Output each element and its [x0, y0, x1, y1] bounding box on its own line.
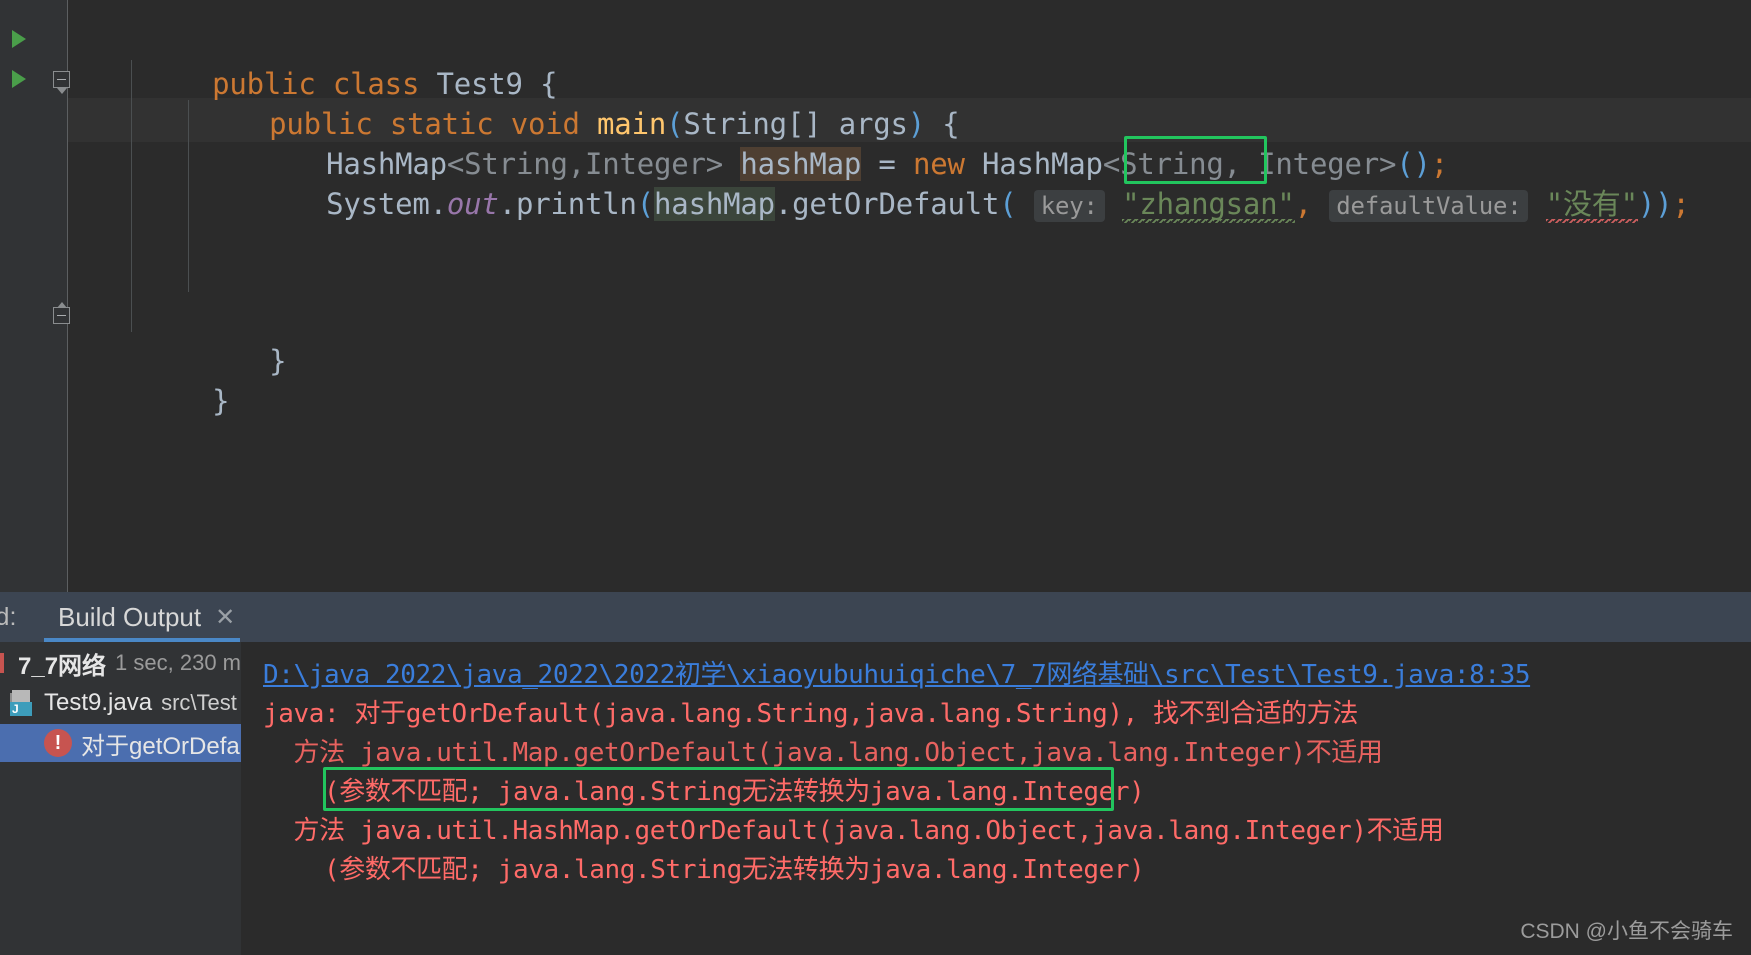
- code-editor[interactable]: public class Test9 { public static void …: [0, 0, 1751, 592]
- token-brace-close: }: [269, 344, 287, 378]
- tree-file-name: Test9.java: [44, 689, 153, 716]
- tree-error-label: 对于getOrDefau: [81, 732, 254, 760]
- token-println: println: [515, 187, 637, 221]
- build-tree[interactable]: 7_7网络 1 sec, 230 ms J Test9.java src\Tes…: [0, 642, 253, 955]
- ide-window: public class Test9 { public static void …: [0, 0, 1751, 955]
- build-tool-window: ld: Build Output ✕ 7_7网络 1 sec, 230 ms J…: [0, 592, 1751, 955]
- java-file-icon: J: [10, 690, 36, 716]
- tool-window-label: ld:: [0, 603, 17, 631]
- token-string-meiyou: "没有": [1545, 187, 1638, 223]
- code-line-6[interactable]: }: [74, 335, 229, 418]
- run-arrow-icon[interactable]: [12, 70, 26, 88]
- param-hint-key: key:: [1033, 190, 1105, 222]
- code-line-4[interactable]: System.out.println(hashMap.getOrDefault(…: [188, 138, 1690, 223]
- console-file-link[interactable]: D:\java 2022\java_2022\2022初学\xiaoyubuhu…: [263, 654, 1530, 691]
- tree-module-name: 7_7网络: [18, 652, 107, 680]
- token-brace-close: }: [212, 384, 230, 418]
- console-message-4: (参数不匹配; java.lang.String无法转换为java.lang.I…: [263, 855, 1145, 885]
- tree-row-error[interactable]: 对于getOrDefau: [0, 724, 253, 762]
- tab-build-output[interactable]: Build Output ✕: [44, 592, 249, 642]
- tree-file-path: src\Test: [161, 690, 237, 715]
- tree-row-module[interactable]: 7_7网络 1 sec, 230 ms: [0, 644, 252, 682]
- console-message-2: (参数不匹配; java.lang.String无法转换为java.lang.I…: [263, 777, 1145, 807]
- token-var-hashmap[interactable]: hashMap: [654, 187, 775, 221]
- tab-build-output-label: Build Output: [58, 601, 202, 632]
- token-semicolon: ;: [1672, 187, 1690, 221]
- console-message-0: java: 对于getOrDefault(java.lang.String,ja…: [263, 699, 1358, 729]
- code-line-1[interactable]: public class Test9 {: [74, 18, 557, 101]
- code-line-5[interactable]: }: [131, 295, 286, 378]
- gutter-line-1[interactable]: [0, 18, 68, 62]
- console-message-1: 方法 java.util.Map.getOrDefault(java.lang.…: [263, 738, 1383, 768]
- token-out: out: [446, 187, 499, 221]
- token-comma: ,: [1294, 187, 1312, 221]
- code-text-area[interactable]: public class Test9 { public static void …: [68, 0, 1751, 592]
- error-icon: [44, 729, 72, 757]
- token-system: System: [326, 187, 430, 221]
- run-arrow-icon[interactable]: [12, 30, 26, 48]
- code-line-2[interactable]: public static void main(String[] args) {: [131, 58, 960, 141]
- console-message-3: 方法 java.util.HashMap.getOrDefault(java.l…: [263, 816, 1444, 846]
- param-hint-default-value: defaultValue:: [1329, 190, 1529, 222]
- token-get-or-default: getOrDefault: [792, 187, 1000, 221]
- code-line-3[interactable]: HashMap<String,Integer> hashMap = new Ha…: [188, 98, 1448, 181]
- token-string-zhangsan: "zhangsan": [1122, 187, 1295, 223]
- close-icon[interactable]: ✕: [215, 603, 235, 632]
- csdn-watermark: CSDN @小鱼不会骑车: [1520, 920, 1733, 943]
- tree-module-duration: 1 sec, 230 ms: [115, 650, 252, 675]
- tree-row-file[interactable]: J Test9.java src\Test: [0, 684, 241, 722]
- build-console[interactable]: D:\java 2022\java_2022\2022初学\xiaoyubuhu…: [241, 642, 1751, 955]
- build-tabbar: ld: Build Output ✕: [0, 592, 1751, 642]
